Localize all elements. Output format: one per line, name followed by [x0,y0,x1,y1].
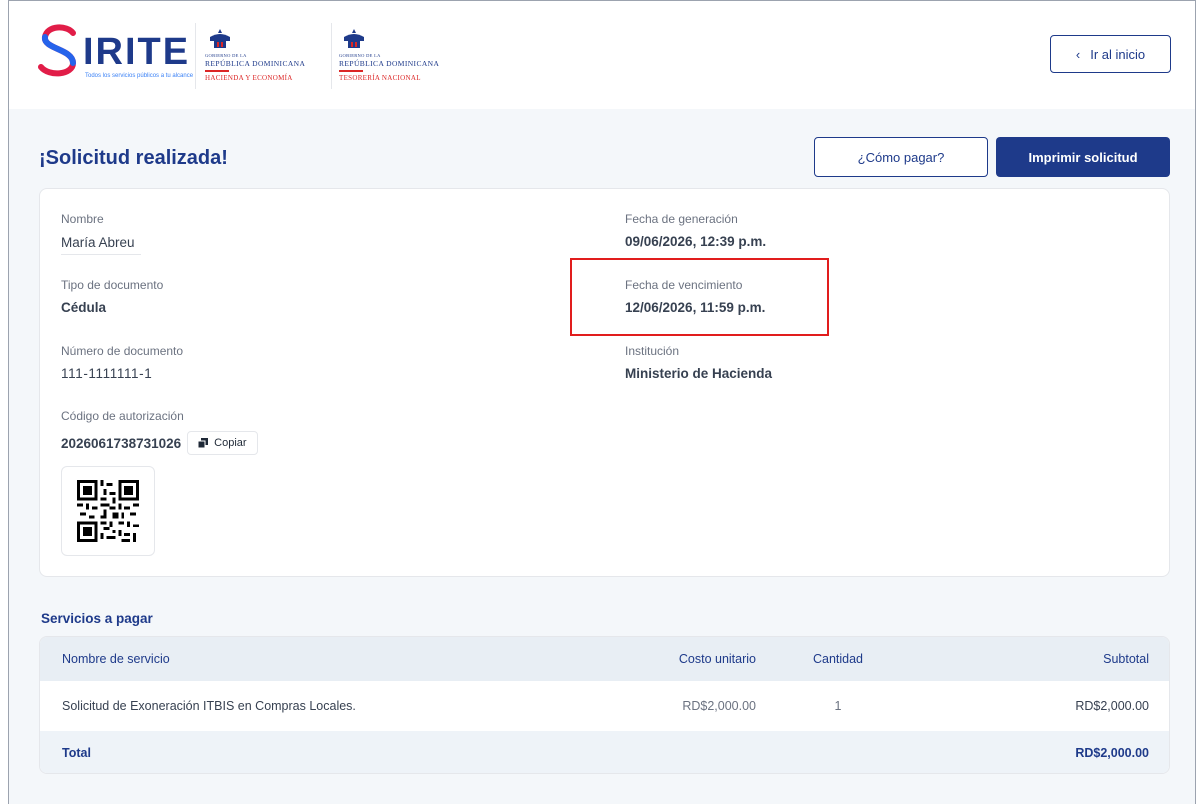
field-label: Nombre [61,212,104,226]
field-codigo-autorizacion: Código de autorización 2026061738731026 … [61,409,258,455]
field-numero-documento: Número de documento 111-1111111-1 [61,344,183,381]
republic-label: REPÚBLICA DOMINICANA [205,59,306,68]
qr-code-icon [77,480,139,542]
unit-cost: RD$2,000.00 [682,699,756,713]
field-fecha-vencimiento: Fecha de vencimiento 12/06/2026, 11:59 p… [625,278,765,315]
republic-label: REPÚBLICA DOMINICANA [339,59,440,68]
service-name: Solicitud de Exoneración ITBIS en Compra… [62,699,356,713]
table-total-row: Total RD$2,000.00 [40,731,1169,773]
top-header: IRITE Todos los servicios públicos a tu … [9,1,1195,109]
field-fecha-generacion: Fecha de generación 09/06/2026, 12:39 p.… [625,212,766,249]
home-button-label: Ir al inicio [1090,46,1146,62]
total-value: RD$2,000.00 [1075,746,1149,760]
field-label: Fecha de generación [625,212,738,226]
copy-icon [198,438,209,448]
field-value: 12/06/2026, 11:59 p.m. [625,300,766,315]
qr-code [61,466,155,556]
gov-label: GOBIERNO DE LA [205,53,247,58]
field-value: 111-1111111-1 [61,366,153,381]
quantity: 1 [834,699,842,713]
table-row: Solicitud de Exoneración ITBIS en Compra… [40,681,1169,731]
field-label: Código de autorización [61,409,184,423]
field-value: María Abreu [61,235,141,255]
sirite-logo[interactable]: IRITE Todos los servicios públicos a tu … [37,23,197,85]
sirite-s-icon [38,24,77,77]
chevron-left-icon: ‹ [1075,46,1081,62]
hacienda-logo: GOBIERNO DE LA REPÚBLICA DOMINICANA HACI… [205,27,325,89]
authorization-code: 2026061738731026 [61,435,182,451]
app-frame: IRITE Todos los servicios públicos a tu … [8,0,1196,804]
how-to-pay-button[interactable]: ¿Cómo pagar? [814,137,988,177]
field-tipo-documento: Tipo de documento Cédula [61,278,163,315]
page-title: ¡Solicitud realizada! [39,147,228,169]
gov-label: GOBIERNO DE LA [339,53,381,58]
column-header: Costo unitario [678,652,756,666]
institution-label: HACIENDA Y ECONOMÍA [205,74,293,82]
column-header: Nombre de servicio [62,652,170,666]
field-value: 09/06/2026, 12:39 p.m. [625,234,767,249]
print-request-button[interactable]: Imprimir solicitud [996,137,1170,177]
institution-label: TESORERÍA NACIONAL [339,74,421,82]
services-title: Servicios a pagar [41,611,153,626]
field-value: Cédula [61,300,107,315]
sirite-wordmark: IRITE [83,31,191,73]
total-label: Total [62,746,91,760]
divider [195,23,196,89]
column-header: Subtotal [1103,652,1149,666]
red-rule [339,70,363,72]
copy-button-label: Copiar [214,437,247,449]
field-label: Institución [625,344,680,358]
field-label: Número de documento [61,344,184,358]
services-table: Nombre de servicio Costo unitario Cantid… [39,636,1170,774]
sirite-tagline: Todos los servicios públicos a tu alcanc… [85,73,194,79]
home-button[interactable]: ‹ Ir al inicio [1050,35,1171,73]
coat-of-arms-icon [344,29,364,48]
coat-of-arms-icon [210,29,230,48]
request-details-card: Nombre María Abreu Tipo de documento Céd… [39,188,1170,577]
field-nombre: Nombre María Abreu [61,212,141,255]
copy-code-button[interactable]: Copiar [187,431,258,455]
field-label: Fecha de vencimiento [625,278,743,292]
column-header: Cantidad [812,652,864,666]
field-label: Tipo de documento [61,278,164,292]
subtotal: RD$2,000.00 [1075,699,1149,713]
red-rule [205,70,229,72]
field-institucion: Institución Ministerio de Hacienda [625,344,772,381]
field-value: Ministerio de Hacienda [625,366,773,381]
tesoreria-logo: GOBIERNO DE LA REPÚBLICA DOMINICANA TESO… [339,27,459,89]
table-header: Nombre de servicio Costo unitario Cantid… [40,637,1169,681]
divider [331,23,332,89]
